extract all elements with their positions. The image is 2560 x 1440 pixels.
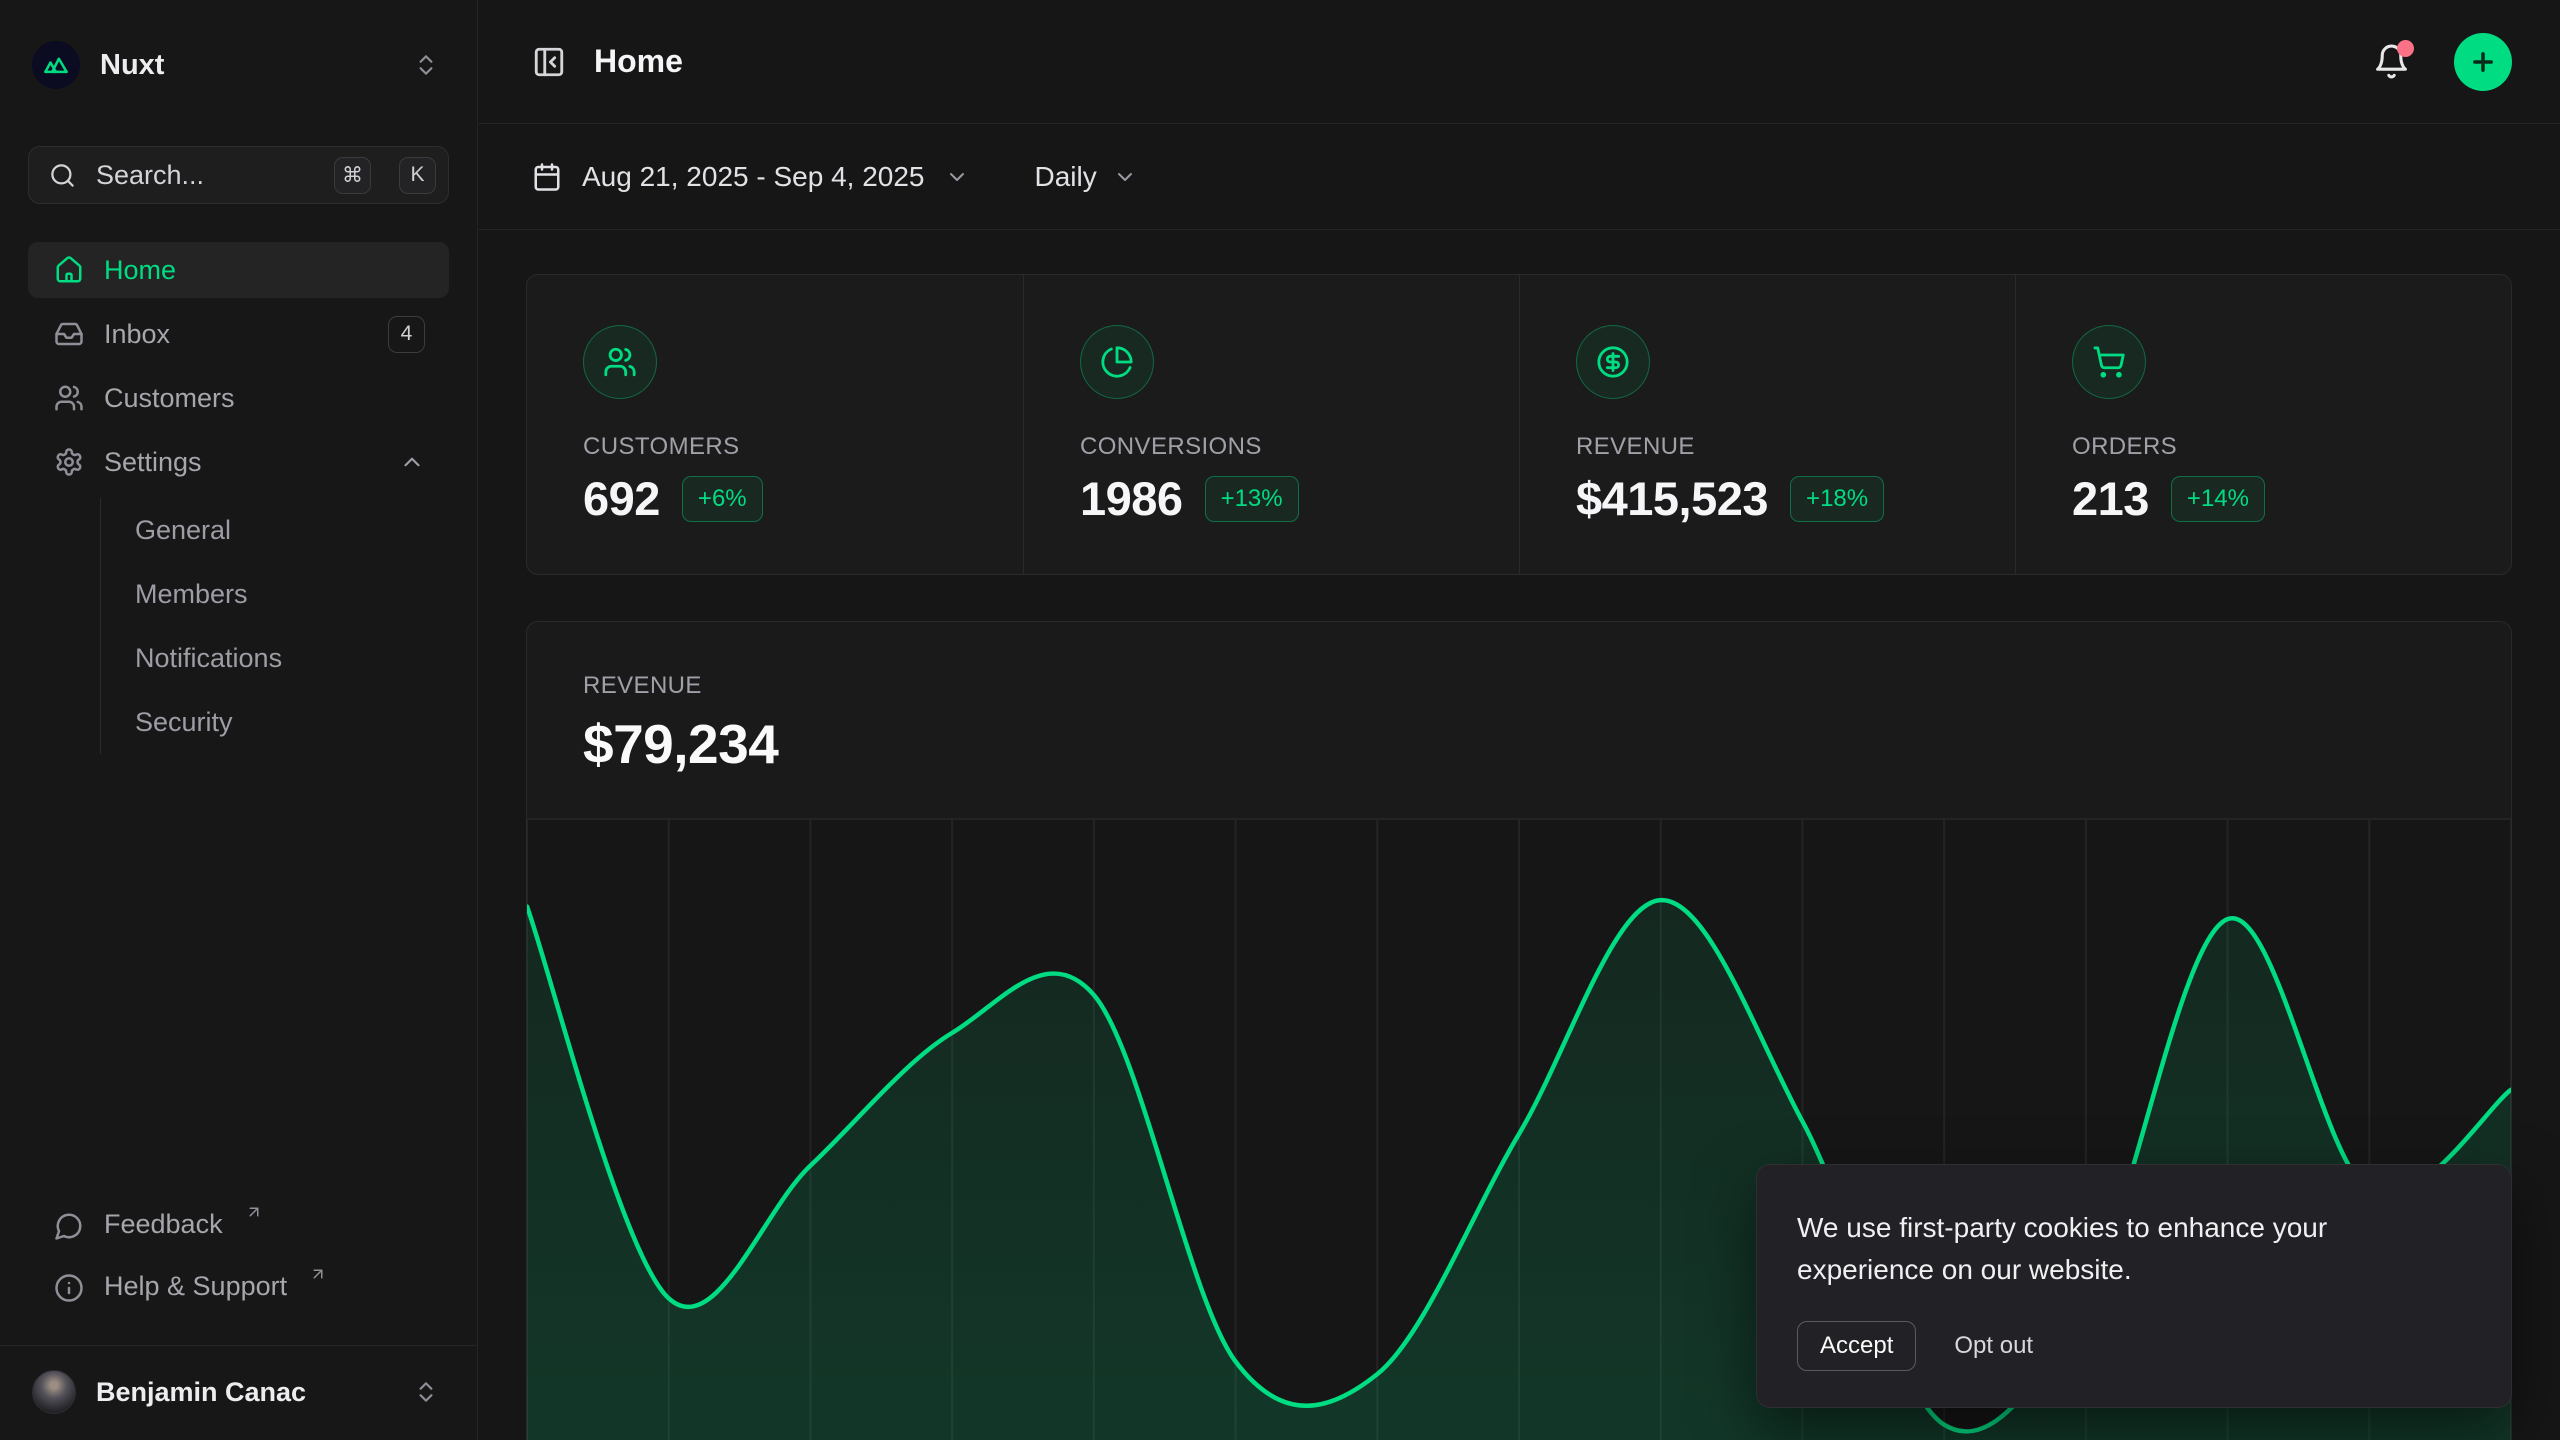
sidebar-spacer <box>28 754 449 1201</box>
stat-delta-badge: +18% <box>1790 476 1884 522</box>
dollar-circle-icon <box>1576 325 1650 399</box>
stat-label: REVENUE <box>1576 433 1985 461</box>
stat-delta-badge: +6% <box>682 476 763 522</box>
sidebar-item-security[interactable]: Security <box>135 690 449 754</box>
sidebar-item-members[interactable]: Members <box>135 562 449 626</box>
notifications-button[interactable] <box>2373 43 2410 80</box>
users-icon <box>54 383 84 413</box>
brand-name: Nuxt <box>100 49 164 82</box>
home-icon <box>54 255 84 285</box>
info-circle-icon <box>54 1273 84 1303</box>
granularity-value: Daily <box>1035 161 1097 193</box>
cart-icon <box>2072 325 2146 399</box>
stat-card-customers[interactable]: CUSTOMERS 692 +6% <box>527 275 1023 574</box>
sidebar-item-settings[interactable]: Settings <box>28 434 449 490</box>
search-icon <box>49 162 76 189</box>
opt-out-button[interactable]: Opt out <box>1954 1332 2033 1360</box>
stat-value: 692 <box>583 471 660 526</box>
collapse-sidebar-button[interactable] <box>532 45 566 79</box>
avatar <box>32 1370 76 1414</box>
kbd-cmd: ⌘ <box>334 157 371 194</box>
stat-label: ORDERS <box>2072 433 2481 461</box>
chevron-up-down-icon <box>413 52 439 78</box>
stat-value: 213 <box>2072 471 2149 526</box>
sidebar-item-home[interactable]: Home <box>28 242 449 298</box>
stat-label: CONVERSIONS <box>1080 433 1489 461</box>
gear-icon <box>54 447 84 477</box>
granularity-select[interactable]: Daily <box>1035 161 1137 193</box>
user-menu[interactable]: Benjamin Canac <box>28 1346 449 1414</box>
add-button[interactable] <box>2454 33 2512 91</box>
stat-value: $415,523 <box>1576 471 1768 526</box>
inbox-icon <box>54 319 84 349</box>
stat-delta-badge: +14% <box>2171 476 2265 522</box>
stats-row: CUSTOMERS 692 +6% CONVERSIONS 1986 +13% <box>526 274 2512 575</box>
feedback-link[interactable]: Feedback <box>28 1201 449 1257</box>
revenue-chart-value: $79,234 <box>583 712 2455 776</box>
search-input[interactable]: Search... ⌘ K <box>28 146 449 204</box>
sidebar-nav: Home Inbox 4 Customers Settings <box>28 242 449 754</box>
stat-value: 1986 <box>1080 471 1183 526</box>
footer-link-label: Feedback <box>104 1209 223 1240</box>
chevron-up-icon <box>399 449 425 475</box>
stat-label: CUSTOMERS <box>583 433 993 461</box>
footer-link-label: Help & Support <box>104 1271 287 1302</box>
inbox-count-badge: 4 <box>388 316 425 353</box>
chevron-down-icon <box>1113 165 1137 189</box>
date-range-value: Aug 21, 2025 - Sep 4, 2025 <box>582 161 925 193</box>
team-switcher[interactable]: Nuxt <box>28 28 449 102</box>
chevron-up-down-icon <box>413 1379 439 1405</box>
kbd-k: K <box>399 157 436 194</box>
sidebar-item-label: Settings <box>104 447 202 478</box>
arrow-up-right-icon <box>309 1265 327 1283</box>
pie-chart-icon <box>1080 325 1154 399</box>
sidebar-item-inbox[interactable]: Inbox 4 <box>28 306 449 362</box>
sidebar-item-notifications[interactable]: Notifications <box>135 626 449 690</box>
stat-card-orders[interactable]: ORDERS 213 +14% <box>2015 275 2511 574</box>
stat-card-conversions[interactable]: CONVERSIONS 1986 +13% <box>1023 275 1519 574</box>
settings-submenu: General Members Notifications Security <box>100 498 449 754</box>
search-placeholder: Search... <box>96 160 314 191</box>
chat-bubble-icon <box>54 1211 84 1241</box>
help-support-link[interactable]: Help & Support <box>28 1263 449 1319</box>
sidebar-item-label: Customers <box>104 383 235 414</box>
cookie-message: We use first-party cookies to enhance yo… <box>1797 1207 2387 1291</box>
sidebar-item-label: Home <box>104 255 176 286</box>
users-icon <box>583 325 657 399</box>
topbar: Home <box>478 0 2560 124</box>
accept-cookies-button[interactable]: Accept <box>1797 1321 1916 1371</box>
stat-delta-badge: +13% <box>1205 476 1299 522</box>
cookie-banner: We use first-party cookies to enhance yo… <box>1756 1164 2512 1408</box>
sidebar: Nuxt Search... ⌘ K Home <box>0 0 478 1440</box>
notification-dot <box>2397 40 2414 57</box>
chevron-down-icon <box>945 165 969 189</box>
nuxt-logo-icon <box>32 41 80 89</box>
user-name: Benjamin Canac <box>96 1377 306 1408</box>
stat-card-revenue[interactable]: REVENUE $415,523 +18% <box>1519 275 2015 574</box>
page-title: Home <box>594 43 683 80</box>
sidebar-item-label: Inbox <box>104 319 170 350</box>
calendar-icon <box>532 162 562 192</box>
date-range-picker[interactable]: Aug 21, 2025 - Sep 4, 2025 <box>532 161 969 193</box>
revenue-chart-label: REVENUE <box>583 672 2455 700</box>
sidebar-item-general[interactable]: General <box>135 498 449 562</box>
sidebar-item-customers[interactable]: Customers <box>28 370 449 426</box>
plus-icon <box>2469 48 2497 76</box>
filterbar: Aug 21, 2025 - Sep 4, 2025 Daily <box>478 124 2560 230</box>
arrow-up-right-icon <box>245 1203 263 1221</box>
